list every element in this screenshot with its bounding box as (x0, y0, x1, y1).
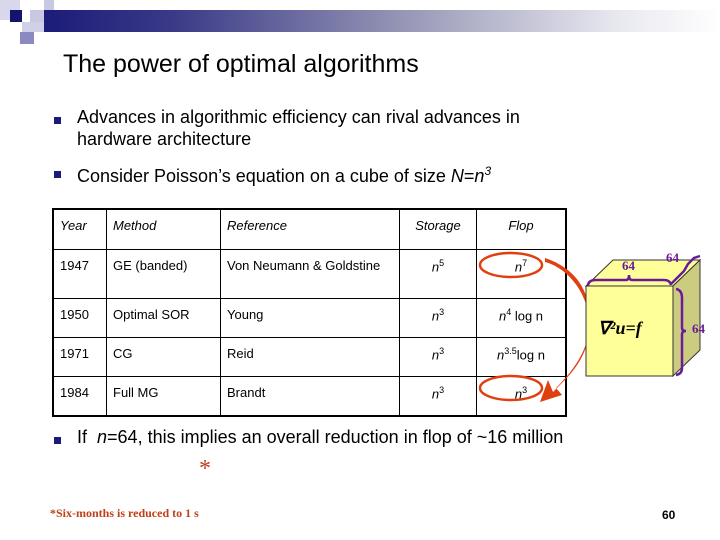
var-n: n (97, 427, 108, 447)
bullet-3-rest: =64, this implies an overall reduction i… (107, 427, 564, 447)
annotation-overlay (478, 251, 702, 402)
cube-dim-top: 64 (622, 258, 635, 273)
bullet-3-prefix: If (77, 427, 98, 447)
bullet-text-3: If n=64, this implies an overall reducti… (77, 426, 563, 448)
cube-dim-side: 64 (692, 321, 705, 336)
page-number: 60 (662, 508, 676, 522)
footnote-asterisk: * (199, 456, 211, 482)
poisson-equation: ∇²u=f (598, 318, 642, 338)
footnote-text: *Six-months is reduced to 1 s (50, 506, 199, 520)
highlight-ellipse-n3 (478, 374, 544, 402)
bullet-marker (54, 437, 61, 444)
cube-dim-depth: 64 (666, 250, 679, 265)
curved-arrow-icon (540, 258, 590, 402)
highlight-ellipse-n7 (478, 251, 544, 279)
